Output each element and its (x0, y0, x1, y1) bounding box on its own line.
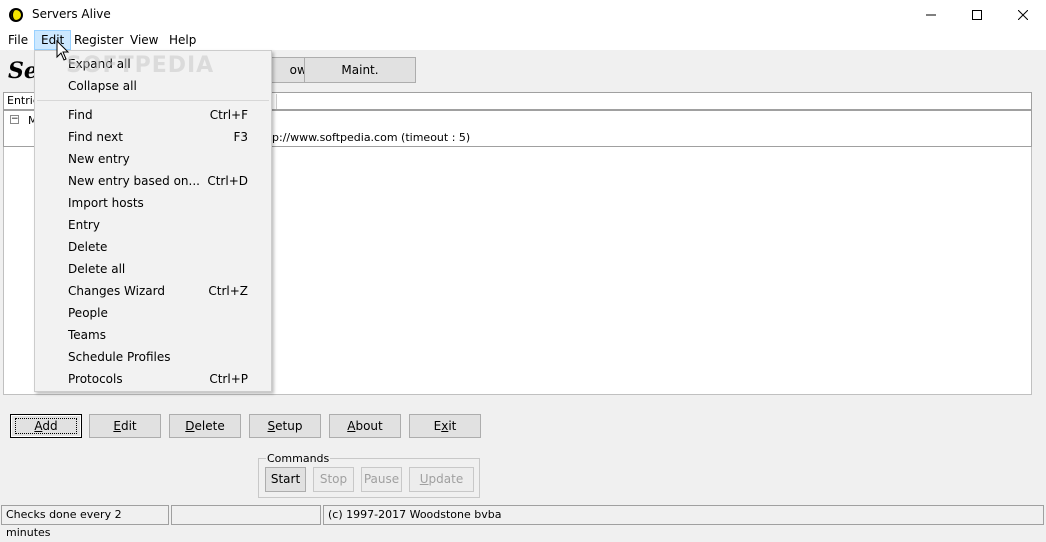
delete-menu-label: Delete (68, 240, 108, 254)
menu-item-protocols[interactable]: Protocols Ctrl+P (68, 368, 268, 390)
delete-label: elete (194, 419, 225, 433)
schedule-profiles-label: Schedule Profiles (68, 350, 171, 364)
menu-file[interactable]: File (2, 30, 34, 50)
menu-item-find[interactable]: Find Ctrl+F (68, 104, 268, 126)
menu-item-changes-wizard[interactable]: Changes Wizard Ctrl+Z (68, 280, 268, 302)
changes-wizard-shortcut: Ctrl+Z (208, 284, 248, 298)
protocols-label: Protocols (68, 372, 123, 386)
edit-label: dit (120, 419, 137, 433)
start-button[interactable]: Start (265, 467, 306, 492)
minimize-icon (926, 14, 936, 16)
exit-label: it (448, 419, 457, 433)
pause-button[interactable]: Pause (361, 467, 402, 492)
menu-item-people[interactable]: People (68, 302, 268, 324)
exit-button[interactable]: Exit (409, 414, 481, 438)
edit-mnemonic: E (113, 419, 121, 433)
new-entry-based-on-label: New entry based on... (68, 174, 200, 188)
collapse-toggle-icon[interactable]: − (10, 115, 19, 124)
status-middle (171, 505, 321, 525)
find-next-shortcut: F3 (233, 130, 248, 144)
menu-item-new-entry[interactable]: New entry (68, 148, 268, 170)
about-label: bout (355, 419, 383, 433)
watermark: SOFTPEDIA (66, 53, 215, 78)
delete-all-label: Delete all (68, 262, 126, 276)
mouse-cursor-icon (56, 40, 70, 61)
teams-label: Teams (68, 328, 106, 342)
setup-button[interactable]: Setup (249, 414, 321, 438)
title-bar: Servers Alive (0, 0, 1046, 30)
import-hosts-label: Import hosts (68, 196, 144, 210)
window-title: Servers Alive (32, 7, 111, 21)
menu-bar: File Edit Register View Help (0, 30, 1046, 50)
stop-button[interactable]: Stop (313, 467, 354, 492)
delete-button[interactable]: Delete (169, 414, 241, 438)
menu-item-teams[interactable]: Teams (68, 324, 268, 346)
menu-item-schedule-profiles[interactable]: Schedule Profiles (68, 346, 268, 368)
maximize-button[interactable] (954, 0, 1000, 30)
column-header-divider (276, 94, 1032, 109)
menu-separator (37, 100, 269, 101)
menu-register[interactable]: Register (68, 30, 129, 50)
update-mnemonic: U (419, 472, 429, 486)
new-entry-based-on-shortcut: Ctrl+D (207, 174, 248, 188)
people-label: People (68, 306, 108, 320)
status-copyright: (c) 1997-2017 Woodstone bvba (323, 505, 1044, 525)
setup-label: etup (275, 419, 303, 433)
minimize-button[interactable] (908, 0, 954, 30)
close-button[interactable] (1000, 0, 1046, 30)
about-button[interactable]: About (329, 414, 401, 438)
menu-item-entry[interactable]: Entry (68, 214, 268, 236)
status-checks: Checks done every 2 minutes (1, 505, 169, 539)
edit-menu-dropdown: Expand all Collapse all Find Ctrl+F Find… (34, 50, 272, 392)
maximize-icon (972, 10, 982, 20)
maint-button[interactable]: Maint. (304, 57, 416, 83)
menu-item-find-next[interactable]: Find next F3 (68, 126, 268, 148)
focus-rect (15, 418, 77, 434)
update-button[interactable]: Update (409, 467, 474, 492)
menu-item-import-hosts[interactable]: Import hosts (68, 192, 268, 214)
delete-mnemonic: D (185, 419, 195, 433)
app-icon (9, 8, 23, 22)
edit-button[interactable]: Edit (89, 414, 161, 438)
collapse-all-label: Collapse all (68, 79, 137, 93)
menu-view[interactable]: View (124, 30, 164, 50)
changes-wizard-label: Changes Wizard (68, 284, 165, 298)
setup-mnemonic: S (267, 419, 276, 433)
find-label: Find (68, 108, 93, 122)
menu-item-delete-all[interactable]: Delete all (68, 258, 268, 280)
add-button[interactable]: Add (10, 414, 82, 438)
menu-item-delete[interactable]: Delete (68, 236, 268, 258)
find-next-label: Find next (68, 130, 123, 144)
entry-label: Entry (68, 218, 100, 232)
menu-item-new-entry-based-on[interactable]: New entry based on... Ctrl+D (68, 170, 268, 192)
find-shortcut: Ctrl+F (209, 108, 248, 122)
tree-item-detail[interactable]: p://www.softpedia.com (timeout : 5) (272, 131, 470, 144)
close-icon (1018, 10, 1028, 20)
protocols-shortcut: Ctrl+P (209, 372, 248, 386)
update-label: pdate (428, 472, 464, 486)
menu-help[interactable]: Help (163, 30, 202, 50)
new-entry-label: New entry (68, 152, 130, 166)
commands-legend: Commands (266, 452, 331, 465)
menu-item-collapse-all[interactable]: Collapse all (68, 75, 268, 97)
